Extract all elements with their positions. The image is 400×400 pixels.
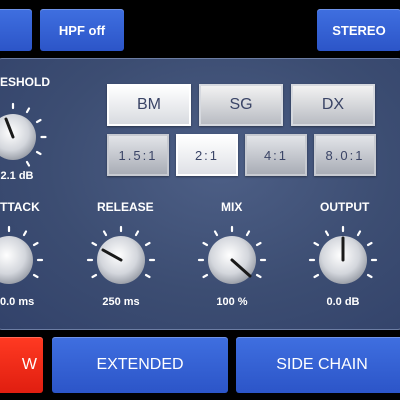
extended-button[interactable]: EXTENDED (52, 337, 228, 393)
ratio-button-4[interactable]: 4:1 (245, 134, 307, 176)
mix-label: MIX (221, 200, 243, 214)
side-chain-button[interactable]: SIDE CHAIN (236, 337, 400, 393)
knob-dial-icon (0, 225, 44, 284)
red-mode-button[interactable]: W (0, 337, 43, 393)
threshold-value: 2.1 dB (0, 170, 34, 182)
output-value: 0.0 dB (326, 296, 360, 308)
release-value: 250 ms (102, 296, 140, 308)
mix-knob[interactable] (196, 224, 268, 296)
mode-button-dx[interactable]: DX (291, 84, 375, 126)
output-label: OUTPUT (320, 200, 370, 214)
threshold-label: ESHOLD (0, 75, 51, 89)
knob-dial-icon (86, 225, 156, 284)
threshold-knob[interactable] (0, 102, 48, 172)
knob-dial-icon (0, 102, 47, 167)
release-label: RELEASE (97, 200, 154, 214)
knob-dial-icon (197, 225, 267, 284)
mode-button-bm[interactable]: BM (107, 84, 191, 126)
top-left-button[interactable] (0, 9, 32, 51)
mix-value: 100 % (216, 296, 248, 308)
ratio-button-8[interactable]: 8.0:1 (314, 134, 376, 176)
release-knob[interactable] (85, 224, 157, 296)
ratio-button-1-5[interactable]: 1.5:1 (107, 134, 169, 176)
ratio-button-2[interactable]: 2:1 (176, 134, 238, 176)
output-knob[interactable] (307, 224, 379, 296)
hpf-button[interactable]: HPF off (40, 9, 124, 51)
attack-value: 0.0 ms (0, 296, 35, 308)
stereo-button[interactable]: STEREO (317, 9, 400, 51)
mode-button-sg[interactable]: SG (199, 84, 283, 126)
attack-label: TTACK (0, 200, 40, 214)
attack-knob[interactable] (0, 224, 45, 296)
knob-dial-icon (308, 225, 378, 284)
